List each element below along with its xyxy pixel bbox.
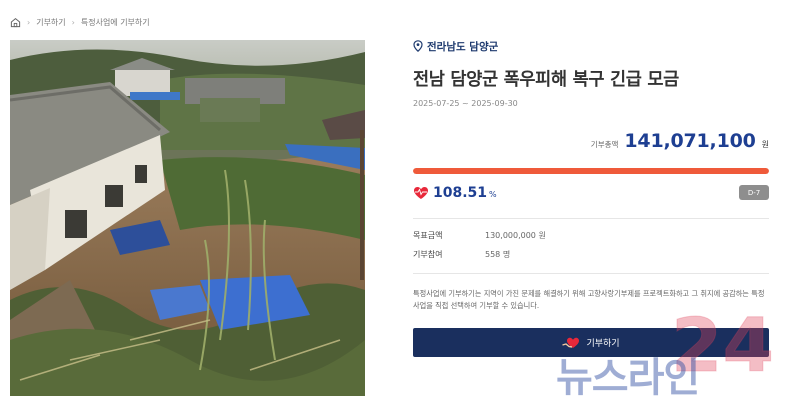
heart-hand-icon xyxy=(562,337,580,348)
campaign-title: 전남 담양군 폭우피해 복구 긴급 모금 xyxy=(413,70,679,90)
svg-text:뉴스라인: 뉴스라인 xyxy=(556,355,699,401)
breadcrumb-item-specific-project[interactable]: 특정사업에 기부하기 xyxy=(81,17,150,28)
achievement-percent: 108.51 % xyxy=(413,185,497,201)
progress-bar xyxy=(413,168,769,174)
breadcrumb: › 기부하기 › 특정사업에 기부하기 xyxy=(10,14,150,30)
donors-row: 기부참여 558 명 xyxy=(413,249,510,260)
home-icon[interactable] xyxy=(10,17,21,28)
donate-button-label: 기부하기 xyxy=(586,339,620,349)
divider xyxy=(413,273,769,274)
progress-bar-fill xyxy=(413,168,769,174)
total-donation-unit: 원 xyxy=(761,140,769,149)
location: 전라남도 담양군 xyxy=(413,38,769,54)
goal-value: 130,000,000 원 xyxy=(485,231,546,240)
goal-label: 목표금액 xyxy=(413,231,443,240)
total-donation-amount: 141,071,100 xyxy=(624,130,756,152)
location-label: 전라남도 담양군 xyxy=(427,40,499,53)
donors-value: 558 명 xyxy=(485,250,511,259)
total-donation: 기부총액 141,071,100 원 xyxy=(591,130,769,152)
campaign-dates: 2025-07-25 ~ 2025-09-30 xyxy=(413,99,518,108)
campaign-details: 전라남도 담양군 전남 담양군 폭우피해 복구 긴급 모금 2025-07-25… xyxy=(413,38,769,357)
donate-button[interactable]: 기부하기 xyxy=(413,328,769,357)
divider xyxy=(413,218,769,219)
donors-label: 기부참여 xyxy=(413,250,443,259)
breadcrumb-separator: › xyxy=(27,17,31,27)
campaign-description: 특정사업에 기부하기는 지역이 가진 문제를 해결하기 위해 고향사랑기부제를 … xyxy=(413,289,765,310)
campaign-photo xyxy=(10,40,365,396)
location-pin-icon xyxy=(413,40,423,52)
percent-value: 108.51 xyxy=(433,185,488,201)
breadcrumb-item-donate[interactable]: 기부하기 xyxy=(36,17,65,28)
dday-badge: D-7 xyxy=(739,185,769,200)
heart-icon xyxy=(414,187,428,199)
goal-row: 목표금액 130,000,000 원 xyxy=(413,230,546,241)
total-donation-label: 기부총액 xyxy=(590,140,619,149)
breadcrumb-separator: › xyxy=(71,17,75,27)
percent-sign: % xyxy=(489,190,497,199)
